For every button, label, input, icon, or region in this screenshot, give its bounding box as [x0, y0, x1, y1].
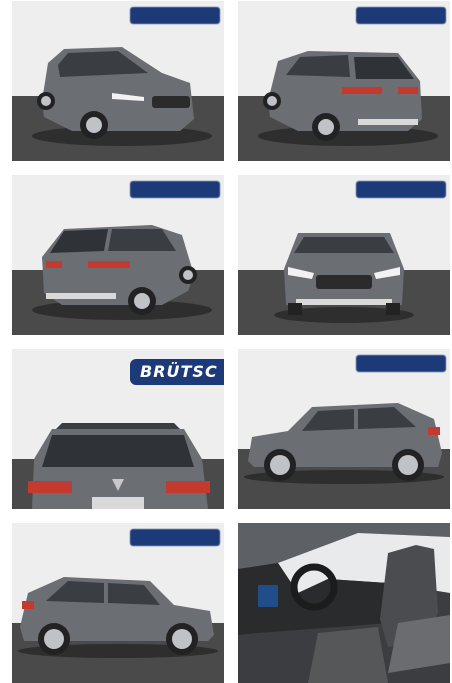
- dealer-logo-watermark: BRÜTSC: [130, 359, 224, 385]
- gallery-photo-3[interactable]: [12, 175, 224, 335]
- car-side-photo: [238, 349, 450, 509]
- car-front-quarter-photo: [12, 1, 224, 161]
- photo-gallery: BRÜTSC: [0, 0, 452, 683]
- gallery-photo-4[interactable]: [238, 175, 450, 335]
- gallery-photo-1[interactable]: [12, 1, 224, 161]
- dealer-badge: [356, 181, 446, 198]
- dealer-badge: [356, 355, 446, 372]
- car-rear-quarter-photo: [12, 175, 224, 335]
- gallery-photo-7[interactable]: [12, 523, 224, 683]
- gallery-photo-8[interactable]: [238, 523, 450, 683]
- car-front-photo: [238, 175, 450, 335]
- dealer-badge: [130, 529, 220, 546]
- dealer-badge: [130, 7, 220, 24]
- gallery-photo-5[interactable]: BRÜTSC: [12, 349, 224, 509]
- car-rear-quarter-photo: [238, 1, 450, 161]
- dealer-badge: [356, 7, 446, 24]
- car-interior-photo: [238, 523, 450, 683]
- gallery-photo-2[interactable]: [238, 1, 450, 161]
- gallery-photo-6[interactable]: [238, 349, 450, 509]
- car-side-photo: [12, 523, 224, 683]
- dealer-badge: [130, 181, 220, 198]
